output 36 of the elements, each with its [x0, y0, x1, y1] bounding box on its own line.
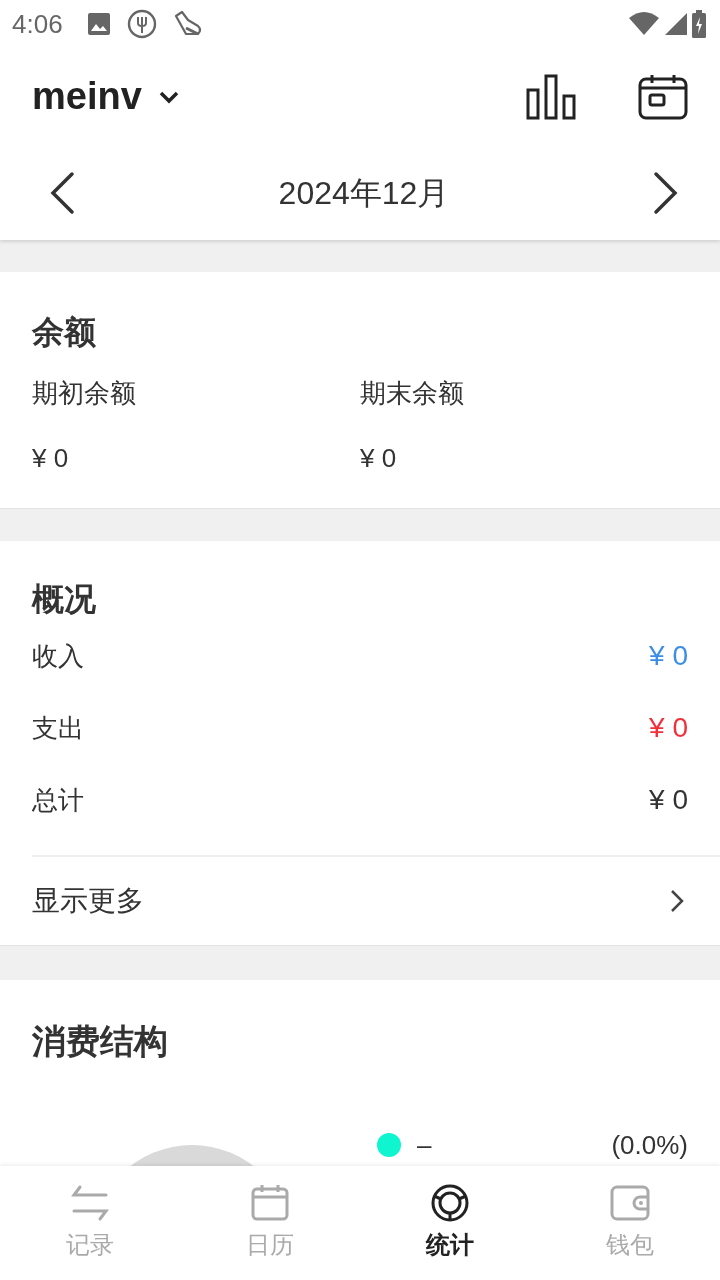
- arrows-icon: [70, 1183, 110, 1223]
- balance-label: 期末余额: [360, 377, 464, 410]
- legend-label: –: [417, 1128, 432, 1162]
- chevron-icon[interactable]: [670, 889, 684, 913]
- caret-icon: [157, 89, 180, 104]
- overview-amount: ¥ 0: [649, 711, 688, 745]
- bar-chart-icon[interactable]: [526, 73, 576, 120]
- section-title: 消费结构: [32, 1021, 169, 1062]
- shoe-icon: [172, 10, 203, 38]
- section-title: 概况: [32, 580, 97, 619]
- section-title: 余额: [32, 313, 97, 352]
- overview-amount: ¥ 0: [649, 783, 688, 817]
- overview-label: 总计: [32, 783, 84, 817]
- balance-amount: ¥ 0: [360, 442, 397, 475]
- overview-label: 收入: [32, 639, 84, 673]
- status-time: 4:06: [12, 7, 63, 41]
- wallet-icon: [610, 1183, 650, 1223]
- calendar-icon[interactable]: [638, 73, 688, 120]
- battery-icon: [692, 10, 706, 38]
- month-title: 2024年12月: [278, 173, 450, 213]
- ring-chart-icon: [430, 1183, 470, 1223]
- overview-label: 支出: [32, 711, 84, 745]
- image-icon: [86, 12, 111, 36]
- previous-icon[interactable]: [48, 170, 76, 215]
- calendar-icon: [250, 1183, 290, 1223]
- balance-label: 期初余额: [32, 377, 136, 410]
- legend-percent: (0.0%): [611, 1128, 688, 1162]
- wifi-icon: [628, 12, 660, 36]
- show-more-link[interactable]: 显示更多: [32, 880, 144, 922]
- fork-icon: [126, 9, 157, 39]
- book-selector[interactable]: meinv: [32, 68, 180, 125]
- signal-icon: [664, 12, 688, 36]
- overview-amount: ¥ 0: [649, 639, 688, 673]
- next-icon[interactable]: [652, 170, 680, 215]
- tab-item[interactable]: 统计: [360, 1166, 540, 1280]
- balance-amount: ¥ 0: [32, 442, 69, 475]
